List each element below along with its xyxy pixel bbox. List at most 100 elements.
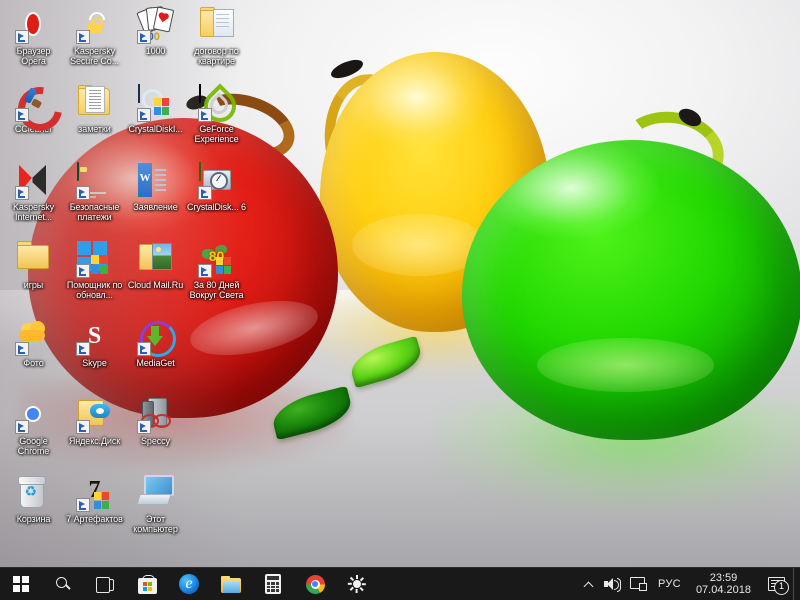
card-pay-icon xyxy=(75,162,113,200)
desktop-icon[interactable]: CCleaner xyxy=(3,78,71,160)
desktop-icon-label: Заявление xyxy=(133,202,178,212)
system-tray[interactable]: РУС 23:59 07.04.2018 1 xyxy=(579,568,800,600)
pc-icon xyxy=(135,475,174,511)
desktop-icon[interactable]: Безопасные платежи xyxy=(64,160,125,238)
show-desktop-button[interactable] xyxy=(793,568,800,600)
folder-pic-icon xyxy=(138,241,174,277)
edge-icon xyxy=(179,573,199,594)
taskbar[interactable]: РУС 23:59 07.04.2018 1 xyxy=(0,567,800,600)
brightness-ray xyxy=(347,583,352,585)
hexlock-icon xyxy=(75,7,113,44)
desktop-icon[interactable]: Kaspersky Secure Co... xyxy=(64,4,125,82)
desktop-icon[interactable]: Cloud Mail.Ru xyxy=(125,238,186,316)
network-icon xyxy=(630,577,647,591)
desktop-icon[interactable]: W Заявление xyxy=(125,160,186,238)
desktop-icon-label: Этот компьютер xyxy=(133,514,178,534)
desktop-icon[interactable]: S Skype xyxy=(64,316,125,394)
calculator-button[interactable] xyxy=(252,568,294,600)
brightness-ray xyxy=(356,589,358,593)
desktop-icon-label: Cloud Mail.Ru xyxy=(127,280,184,290)
skype-icon: S xyxy=(75,319,113,356)
desktop[interactable]: Браузер OperaKaspersky Secure Co...00010… xyxy=(0,0,800,600)
desktop-icon[interactable]: Браузер Opera xyxy=(3,4,64,82)
cdi-icon xyxy=(136,84,174,122)
desktop-icon-label: Безопасные платежи xyxy=(69,202,120,222)
task-view-button[interactable] xyxy=(84,568,126,600)
desktop-icon[interactable]: 80 За 80 Дней Вокруг Света xyxy=(186,238,247,316)
desktop-icon-empty xyxy=(186,472,247,550)
desktop-icon-label: Kaspersky Secure Co... xyxy=(70,46,119,66)
clock-time: 23:59 xyxy=(709,572,738,584)
desktop-icon[interactable]: MediaGet xyxy=(125,316,186,394)
chrome-button[interactable] xyxy=(294,568,336,600)
chevron-up-icon xyxy=(584,579,594,589)
cdm-icon xyxy=(197,162,235,200)
win4-icon xyxy=(75,241,113,278)
clock-date: 07.04.2018 xyxy=(695,584,751,596)
shortcut-arrow-icon xyxy=(75,342,90,356)
shortcut-arrow-icon xyxy=(197,264,212,278)
clock[interactable]: 23:59 07.04.2018 xyxy=(688,568,759,600)
action-center-button[interactable]: 1 xyxy=(759,568,793,600)
photos-icon xyxy=(14,319,52,356)
folder-notes-icon xyxy=(77,85,113,121)
network-button[interactable] xyxy=(625,568,651,600)
shortcut-arrow-icon xyxy=(136,420,151,434)
show-hidden-icons-button[interactable] xyxy=(579,568,599,600)
speccy-icon xyxy=(136,397,174,434)
desktop-icon[interactable]: договор по квартире xyxy=(186,4,247,82)
desktop-icon[interactable]: Помощник по обновл... xyxy=(64,238,125,316)
desktop-icon[interactable]: игры xyxy=(3,238,64,316)
desktop-icon-grid[interactable]: Браузер Opera Kaspersky Secure Co... 000 10… xyxy=(0,0,253,550)
shortcut-arrow-icon xyxy=(75,420,90,434)
opera-icon xyxy=(14,7,52,44)
brightness-ray xyxy=(359,586,364,591)
desktop-icon-label: CrystalDisk... 6 xyxy=(187,202,246,212)
desktop-icon[interactable]: Фото xyxy=(3,316,64,394)
shortcut-arrow-icon xyxy=(75,30,90,44)
cards-icon: 000 xyxy=(135,6,174,44)
desktop-icon[interactable]: заметки xyxy=(64,82,125,160)
desktop-icon-empty xyxy=(186,316,247,394)
desktop-icon[interactable]: Kaspersky Internet... xyxy=(3,160,64,238)
green-glass-apple xyxy=(462,140,800,440)
edge-button[interactable] xyxy=(168,568,210,600)
shortcut-arrow-icon xyxy=(136,108,151,122)
file-explorer-button[interactable] xyxy=(210,568,252,600)
shortcut-arrow-icon xyxy=(14,30,29,44)
chrome-icon xyxy=(14,397,52,434)
desktop-icon[interactable]: CrystalDiskI... xyxy=(125,82,186,160)
desktop-icon[interactable]: Корзина xyxy=(3,472,64,550)
action-center-badge: 1 xyxy=(774,580,789,595)
desktop-icon[interactable]: CrystalDisk... 6 xyxy=(186,160,247,238)
kav-icon xyxy=(14,163,52,200)
desktop-icon[interactable]: Speccy xyxy=(125,394,186,472)
microsoft-store-button[interactable] xyxy=(126,568,168,600)
globe80-icon: 80 xyxy=(197,241,235,278)
calculator-icon xyxy=(265,574,281,594)
language-label: РУС xyxy=(658,578,681,590)
desktop-icon[interactable]: 7 7 Артефактов xyxy=(64,472,125,550)
start-button[interactable] xyxy=(0,568,42,600)
desktop-icon[interactable]: Яндекс.Диск xyxy=(64,394,125,472)
brightness-button[interactable] xyxy=(336,568,378,600)
shortcut-arrow-icon xyxy=(14,420,29,434)
task-view-icon xyxy=(96,577,114,593)
search-icon xyxy=(55,576,71,592)
desktop-icon[interactable]: 000 1000 xyxy=(125,4,186,82)
speaker-icon xyxy=(604,577,621,592)
folder-icon xyxy=(16,241,52,277)
desktop-icon[interactable]: GeForce Experience xyxy=(186,82,247,160)
windows-start-icon xyxy=(13,576,29,592)
desktop-icon[interactable]: Этот компьютер xyxy=(125,472,186,550)
desktop-icon-label: договор по квартире xyxy=(194,46,239,66)
desktop-icon[interactable]: Google Chrome xyxy=(3,394,64,472)
language-indicator[interactable]: РУС xyxy=(651,568,688,600)
folder-doc-icon xyxy=(199,7,235,43)
shortcut-arrow-icon xyxy=(197,108,212,122)
volume-button[interactable] xyxy=(599,568,625,600)
brightness-ray xyxy=(356,575,358,579)
desktop-icon-label: Корзина xyxy=(16,514,51,524)
store-icon xyxy=(137,574,157,594)
search-button[interactable] xyxy=(42,568,84,600)
